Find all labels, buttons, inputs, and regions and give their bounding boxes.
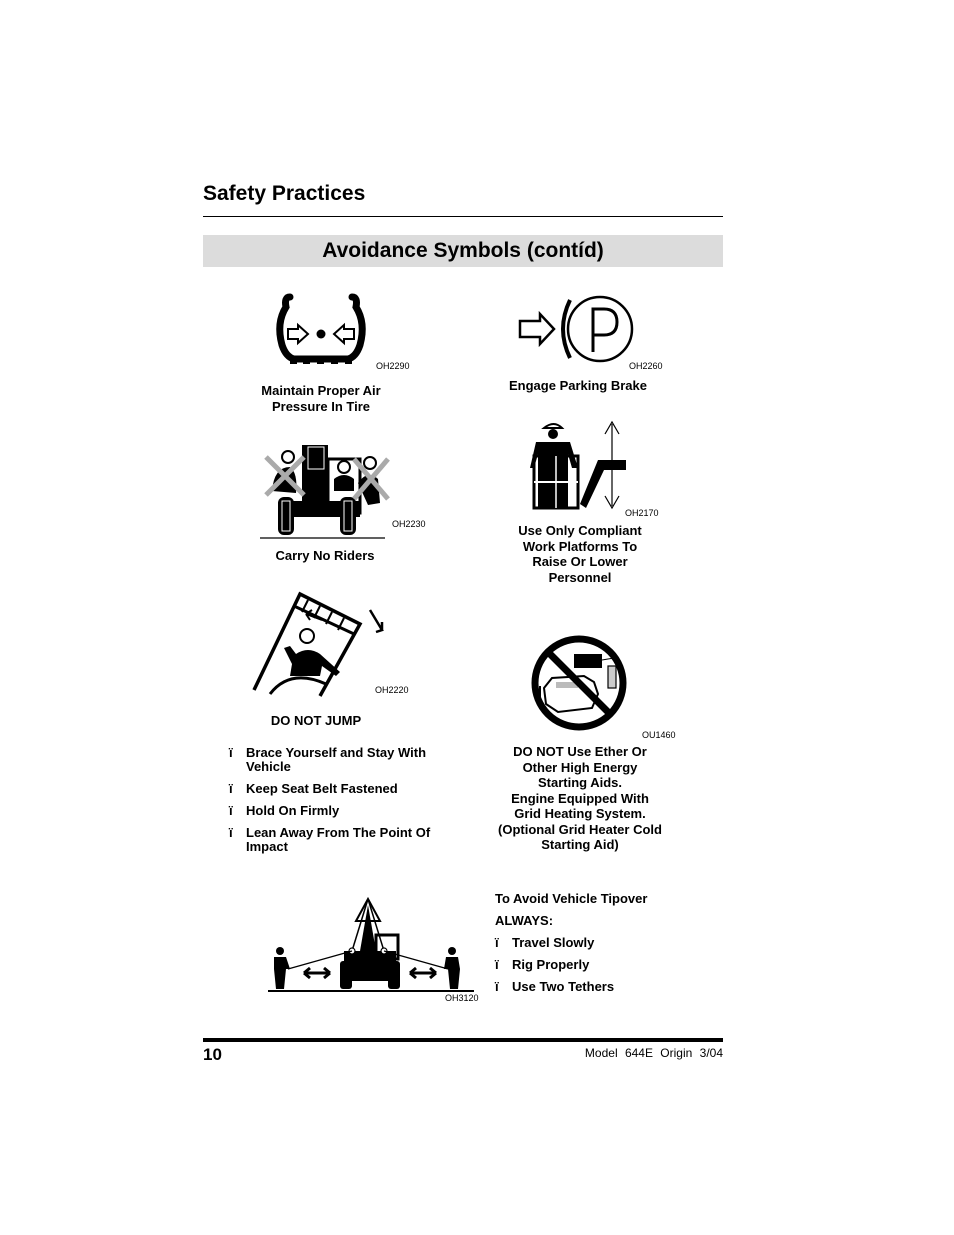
symbol-caption: DO NOT Use Ether Or Other High Energy St… [498, 744, 662, 852]
instruction-subheading: ALWAYS: [495, 913, 554, 928]
bullet-mark: ï [229, 825, 233, 840]
do-not-jump-icon [252, 591, 384, 697]
symbol-code: OH2230 [392, 519, 426, 529]
section-title: Safety Practices [203, 182, 366, 205]
footer-meta: Model 644E Origin 3/04 [584, 1046, 723, 1060]
bullet-mark: ï [229, 781, 233, 796]
symbol-code: OU1460 [642, 730, 676, 740]
parking-brake-icon [518, 295, 634, 363]
symbol-caption: Engage Parking Brake [509, 378, 647, 393]
banner: Avoidance Symbols (contíd) [203, 235, 723, 267]
bullet-mark: ï [495, 979, 499, 994]
symbol-caption: Use Only Compliant Work Platforms To Rai… [518, 523, 642, 585]
list-item: ï Keep Seat Belt Fastened [229, 781, 398, 796]
bullet-mark: ï [495, 957, 499, 972]
list-item: ï Use Two Tethers [495, 979, 615, 994]
symbol-caption: Maintain Proper Air Pressure In Tire [261, 383, 381, 414]
symbol-code: OH3120 [445, 993, 479, 1003]
list-item: ï Hold On Firmly [229, 803, 340, 818]
bullet-list: ï Brace Yourself and Stay With Vehicle ïK… [229, 746, 439, 862]
tethered-load-icon [268, 896, 474, 992]
list-item: ï Rig Properly [495, 957, 590, 972]
list-item: ï Brace Yourself and Stay With Vehicle [229, 745, 427, 774]
footer-divider [203, 1038, 723, 1042]
work-platform-icon [530, 420, 626, 510]
tipover-instructions: To Avoid Vehicle Tipover ALWAYS: ï Travel… [495, 892, 695, 1002]
symbol-code: OH2290 [376, 361, 410, 371]
bullet-mark: ï [229, 803, 233, 818]
no-ether-icon [531, 635, 627, 731]
symbol-caption: Carry No Riders [275, 548, 375, 563]
bullet-mark: ï [495, 935, 499, 950]
symbol-caption: DO NOT JUMP [270, 713, 362, 728]
no-riders-icon [260, 445, 390, 539]
bullet-mark: ï [229, 745, 233, 760]
symbol-code: OH2220 [375, 685, 409, 695]
symbol-code: OH2170 [625, 508, 659, 518]
header-divider [203, 216, 723, 217]
page-number: 10 [203, 1045, 222, 1064]
symbol-code: OH2260 [629, 361, 663, 371]
list-item: ï Lean Away From The Point Of Impact [229, 825, 431, 854]
instruction-heading: To Avoid Vehicle Tipover [495, 891, 648, 906]
banner-title: Avoidance Symbols (contíd) [322, 239, 604, 262]
list-item: ï Travel Slowly [495, 935, 595, 950]
tire-pressure-icon [276, 293, 366, 364]
